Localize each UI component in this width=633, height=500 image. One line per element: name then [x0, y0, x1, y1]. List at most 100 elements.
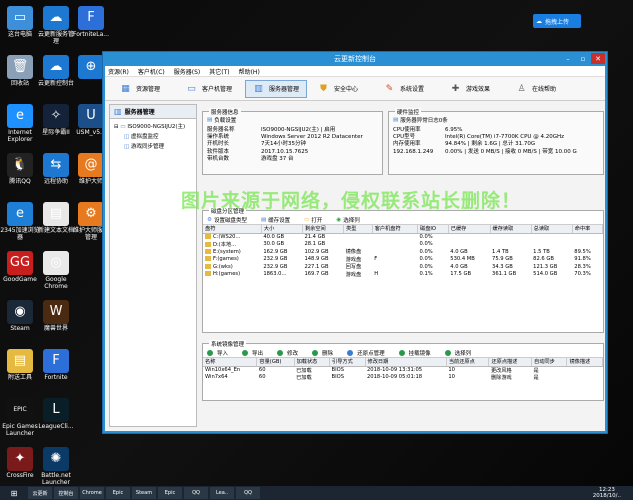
column-header[interactable]: 大小: [261, 225, 303, 234]
taskbar-app[interactable]: QQ: [184, 487, 208, 499]
column-header[interactable]: 客户机盘符: [372, 225, 419, 234]
column-header[interactable]: 引导方式: [329, 358, 366, 367]
toolbar-button-client[interactable]: ▭ 客户机管理: [179, 80, 241, 98]
table-cell: 2018-10-09 05:01:18: [365, 374, 446, 382]
toolbar-button-server[interactable]: ▥ 服务器管理: [245, 79, 307, 98]
desktop-icon-mid-3[interactable]: ⇆ 远程协助: [36, 153, 76, 186]
desktop-icon-left-7[interactable]: ▤ 附送工具: [0, 349, 40, 382]
desktop-icon-mid-8[interactable]: L LeagueCli...: [36, 398, 76, 431]
desktop-icon-mid-7[interactable]: F Fortnite: [36, 349, 76, 382]
maximize-icon[interactable]: ▫: [576, 53, 590, 64]
table-row[interactable]: E:(system) 162.9 GB 102.9 GB 镜像盘 0.0% 4.0 GB 1…: [203, 248, 603, 256]
toolbar-button-shield[interactable]: ⛊ 安全中心: [311, 80, 373, 98]
desktop-icon-left-3[interactable]: 🐧 腾讯QQ: [0, 153, 40, 186]
close-icon[interactable]: ✕: [591, 53, 605, 64]
mirror-table: 名称 容量(GB) 加载状态 引导方式 修改日期 当前还原点 还原点描述 自动同步 镜像描述 W…: [203, 358, 603, 381]
table-row[interactable]: D:(本地... 30.0 GB 28.1 GB 0.0%: [203, 241, 603, 249]
toolbar-button-resource[interactable]: ▦ 资源管理: [113, 80, 175, 98]
column-header[interactable]: 缓存读取: [490, 225, 532, 234]
mirror-action-0[interactable]: 导入: [207, 349, 228, 357]
column-header[interactable]: 命中率: [572, 225, 604, 234]
desktop-icon-left-2[interactable]: e Internet Explorer: [0, 104, 40, 144]
column-header[interactable]: 总读取: [531, 225, 573, 234]
minimize-icon[interactable]: –: [561, 53, 575, 64]
column-header[interactable]: 当前还原点: [446, 358, 490, 367]
menu-item[interactable]: 服务器(S): [174, 67, 201, 76]
disk-action-2[interactable]: ▭ 打开: [304, 216, 322, 224]
desktop-icon-left-0[interactable]: ▭ 这台电脑: [0, 6, 40, 39]
tree-item-vdisk[interactable]: ◫ 虚拟盘监控: [114, 132, 192, 142]
disk-action-3[interactable]: ◉ 选择列: [336, 216, 359, 224]
error-log-link[interactable]: ▤ 服务器异常日志0条: [393, 116, 448, 124]
start-button[interactable]: ⊞: [2, 487, 26, 499]
table-cell: Win10x64_En: [203, 366, 257, 374]
desktop-icon-right-0[interactable]: F FortniteLa...: [71, 6, 111, 39]
load-config-button[interactable]: ▤ 负载设置: [207, 116, 236, 124]
taskbar-app[interactable]: Steam: [132, 487, 156, 499]
taskbar-app[interactable]: 控制台: [54, 487, 78, 499]
column-header[interactable]: 镜像描述: [566, 358, 603, 367]
desktop-icon-mid-1[interactable]: ☁ 云更新控制台: [36, 55, 76, 88]
column-header[interactable]: 剩余空间: [302, 225, 345, 234]
toolbar-button-game-effect[interactable]: ✚ 游戏效果: [443, 80, 505, 98]
cloud-upload-button[interactable]: ☁ 拖拽上传: [533, 14, 581, 28]
column-header[interactable]: 已缓存: [448, 225, 491, 234]
mirror-action-6[interactable]: 选择列: [444, 349, 471, 357]
desktop-icon-left-8[interactable]: EPIC Epic Games Launcher: [0, 398, 40, 438]
tree-expand-icon[interactable]: ⊟: [114, 124, 119, 130]
desktop-icon-left-1[interactable]: 🗑 回收站: [0, 55, 40, 88]
desktop-icon-mid-2[interactable]: ✧ 星际争霸II: [36, 104, 76, 137]
mirror-action-1[interactable]: 导出: [242, 349, 263, 357]
table-row[interactable]: H:(games) 1863.0... 169.7 GB 游戏盘 H 0.1% 17.5 G…: [203, 271, 603, 279]
column-header[interactable]: 名称: [203, 358, 258, 367]
column-header[interactable]: 加载状态: [294, 358, 331, 367]
taskbar-app[interactable]: Chrome: [80, 487, 104, 499]
delete-icon: [312, 349, 319, 356]
desktop-icon-mid-6[interactable]: W 魔兽世界: [36, 300, 76, 333]
wow-icon: W: [43, 300, 69, 324]
taskbar-app[interactable]: Lea..: [210, 487, 234, 499]
desktop-icon-left-5[interactable]: GG GoodGame: [0, 251, 40, 284]
column-header[interactable]: 容量(GB): [256, 358, 295, 367]
disk-action-1[interactable]: ▤ 缓存设置: [261, 216, 290, 224]
desktop-icon-mid-4[interactable]: ▤ 新建文本文档: [36, 202, 76, 235]
taskbar-app[interactable]: 云更新: [28, 487, 52, 499]
taskbar-app[interactable]: QQ: [236, 487, 260, 499]
mirror-action-3[interactable]: 删除: [312, 349, 333, 357]
table-row[interactable]: F:(games) 232.9 GB 148.9 GB 游戏盘 F 0.0% 530.4 M…: [203, 256, 603, 264]
table-row[interactable]: G:(wks) 232.9 GB 227.1 GB 回写盘 0.0% 4.0 GB 34.3…: [203, 263, 603, 271]
menu-item[interactable]: 帮助(H): [239, 67, 260, 76]
table-row[interactable]: Win10x64_En 60 已加载 BIOS 2018-10-09 13:31:05 1…: [203, 366, 603, 374]
mirror-action-2[interactable]: 修改: [277, 349, 298, 357]
column-header[interactable]: 盘符: [203, 225, 262, 234]
taskbar-app[interactable]: Epic: [106, 487, 130, 499]
desktop-icon-left-4[interactable]: e 2345加速浏览器: [0, 202, 40, 242]
tree-item-sync[interactable]: ◫ 游戏同步管理: [114, 142, 192, 152]
column-header[interactable]: 还原点描述: [488, 358, 533, 367]
toolbar-button-help[interactable]: ♙ 在线帮助: [509, 80, 571, 98]
table-row[interactable]: C:(WS20... 40.0 GB 21.4 GB 0.0%: [203, 233, 603, 241]
disk-table: 盘符 大小 剩余空间 类型 客户机盘符 磁盘IO 已缓存 缓存读取 总读取 命中率 C:(WS20…: [203, 225, 604, 279]
desktop-icon-left-9[interactable]: ✦ CrossFire: [0, 447, 40, 480]
column-header[interactable]: 修改日期: [365, 358, 447, 367]
desktop-icon-left-6[interactable]: ◉ Steam: [0, 300, 40, 333]
desktop-icon-mid-0[interactable]: ☁ 云更新服务管理: [36, 6, 76, 46]
taskbar-app[interactable]: Epic: [158, 487, 182, 499]
tools-folder-icon: ▤: [7, 349, 33, 373]
menu-item[interactable]: 资源(R): [108, 67, 129, 76]
toolbar-button-settings[interactable]: ✎ 系统设置: [377, 80, 439, 98]
disk-action-0[interactable]: ⚙ 设置磁盘类型: [207, 216, 247, 224]
tree-root[interactable]: ⊟ ▭ ISO9000-NGSIJU2(主): [114, 122, 192, 132]
menu-item[interactable]: 其它(T): [209, 67, 229, 76]
column-header[interactable]: 自动同步: [531, 358, 568, 367]
taskbar-clock[interactable]: 12:23 2018/10/..: [593, 487, 621, 499]
desktop-icon-mid-5[interactable]: ◎ Google Chrome: [36, 251, 76, 291]
mirror-action-5[interactable]: 挂载镜像: [398, 349, 431, 357]
column-header[interactable]: 类型: [343, 225, 373, 234]
menu-item[interactable]: 客户机(C): [138, 67, 165, 76]
desktop-icon-mid-9[interactable]: ✺ Battle.net Launcher: [36, 447, 76, 487]
window-titlebar[interactable]: 云更新控制台 – ▫ ✕: [103, 52, 607, 66]
mirror-action-4[interactable]: 还原点管理: [347, 349, 385, 357]
column-header[interactable]: 磁盘IO: [417, 225, 449, 234]
table-row[interactable]: Win7x64 60 已加载 BIOS 2018-10-09 05:01:18 10 删除游…: [203, 374, 603, 382]
